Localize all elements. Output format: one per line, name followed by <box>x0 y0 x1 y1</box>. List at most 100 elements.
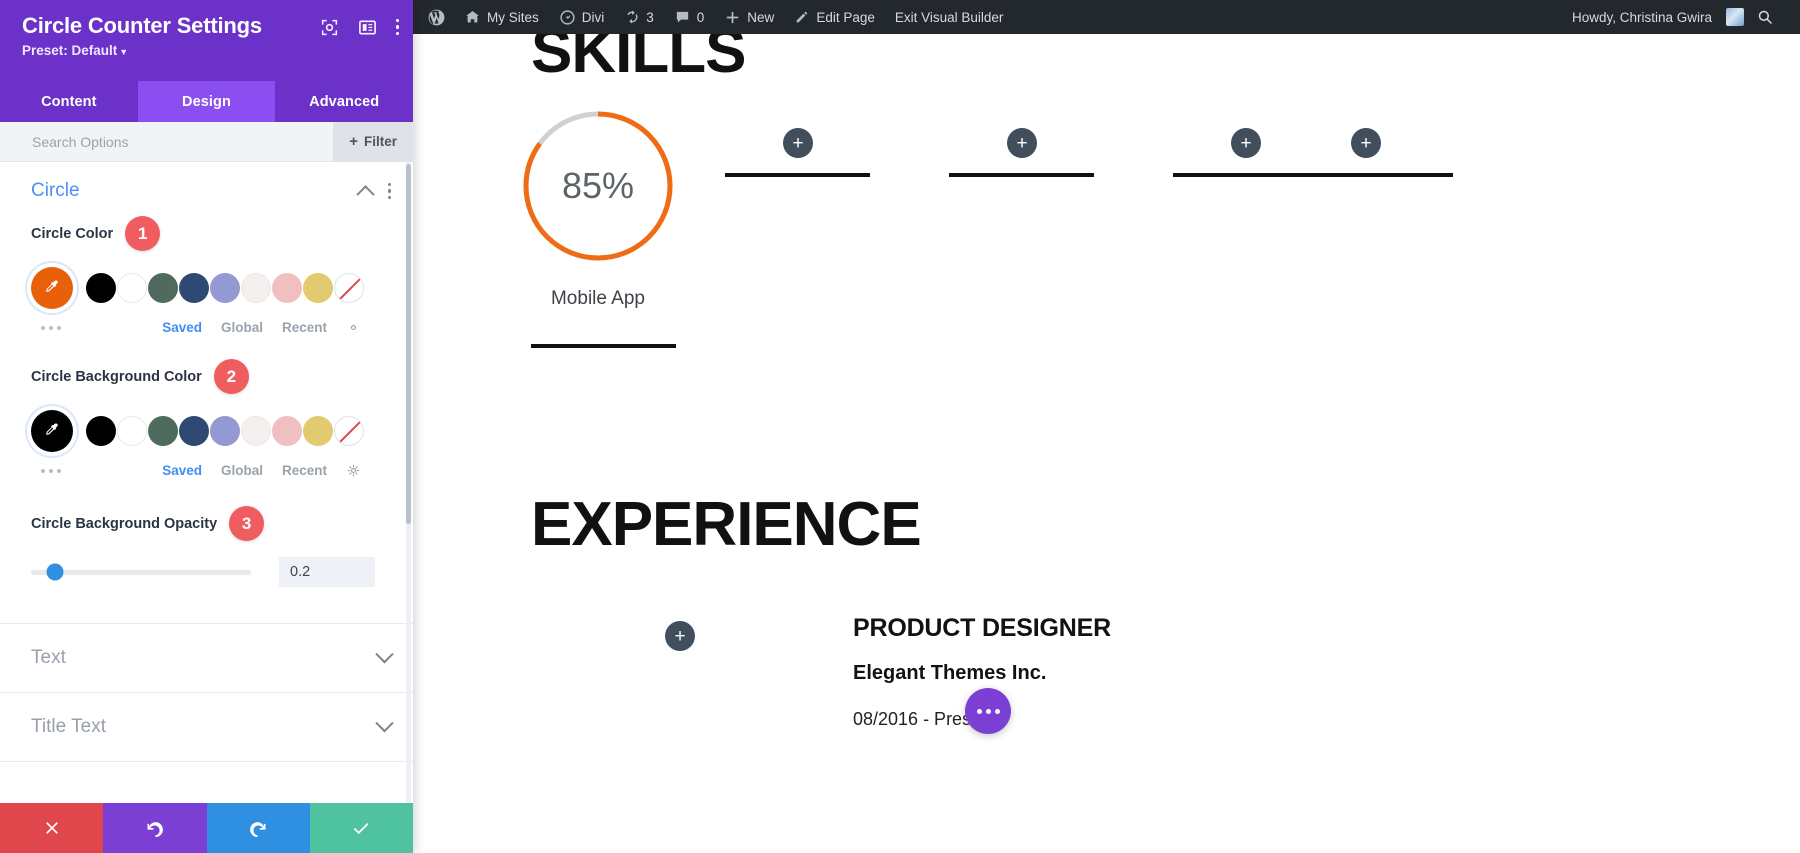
tab-design[interactable]: Design <box>137 81 276 122</box>
panel-action-bar <box>0 803 413 853</box>
swatch-wrap <box>241 416 272 446</box>
circle-counter-module[interactable]: 85% Mobile App <box>518 106 678 310</box>
add-module-button-1[interactable]: + <box>783 128 813 158</box>
exit-visual-builder-menu[interactable]: Exit Visual Builder <box>885 0 1014 34</box>
howdy-label: Howdy, Christina Gwira <box>1571 9 1712 25</box>
my-sites-label: My Sites <box>487 9 539 25</box>
swatch-transparent[interactable] <box>334 416 364 446</box>
swatch-wrap <box>210 416 241 446</box>
field-circle-background-color: Circle Background Color 2 Saved Global R… <box>0 335 413 478</box>
save-button[interactable] <box>309 803 413 853</box>
opacity-value-input[interactable]: 0.2 <box>279 557 375 587</box>
search-icon[interactable] <box>1746 8 1788 26</box>
fullscreen-icon[interactable] <box>320 17 340 37</box>
swatch-transparent[interactable] <box>334 273 364 303</box>
section-circle-header[interactable]: Circle <box>0 162 413 216</box>
circle-counter-graphic: 85% <box>518 106 678 266</box>
field-circle-bg-color-label-row: Circle Background Color 2 <box>31 359 391 394</box>
chevron-up-icon[interactable] <box>355 184 375 204</box>
swatch-black[interactable] <box>86 273 116 303</box>
chevron-down-icon[interactable] <box>375 644 394 663</box>
swatch-cream[interactable] <box>241 416 271 446</box>
swatch-periwinkle[interactable] <box>210 416 240 446</box>
field-label: Circle Color <box>31 225 114 242</box>
swatch-wrap <box>272 416 303 446</box>
gear-icon[interactable] <box>346 463 361 478</box>
swatch-green[interactable] <box>148 416 178 446</box>
opacity-slider[interactable] <box>31 563 251 581</box>
opacity-slider-handle[interactable] <box>46 563 64 581</box>
color-picker-button[interactable] <box>31 410 73 452</box>
section-text-header[interactable]: Text <box>0 624 413 692</box>
tab-content[interactable]: Content <box>0 81 138 122</box>
annotation-badge-1: 1 <box>125 216 161 251</box>
swatch-cream[interactable] <box>241 273 271 303</box>
undo-button[interactable] <box>103 803 207 853</box>
swatch-wrap <box>86 273 117 303</box>
tab-advanced[interactable]: Advanced <box>275 81 413 122</box>
more-options-icon[interactable] <box>21 468 61 473</box>
layout-panel-icon[interactable] <box>358 17 378 37</box>
swatch-wrap <box>334 416 365 446</box>
field-circle-background-opacity: Circle Background Opacity 3 0.2 <box>0 478 413 623</box>
swatch-navy[interactable] <box>179 273 209 303</box>
add-module-button-2[interactable]: + <box>1007 128 1037 158</box>
swatch-meta-circle-bg-color: Saved Global Recent <box>21 452 391 478</box>
swatch-white[interactable] <box>117 416 147 446</box>
swatch-green[interactable] <box>148 273 178 303</box>
swatch-row-circle-bg-color <box>31 410 391 452</box>
swatch-navy[interactable] <box>179 416 209 446</box>
add-module-button-experience[interactable]: + <box>665 621 695 651</box>
swatch-pink[interactable] <box>272 273 302 303</box>
new-content-menu[interactable]: New <box>714 0 784 34</box>
color-picker-button[interactable] <box>31 267 73 309</box>
swatch-pink[interactable] <box>272 416 302 446</box>
more-options-icon[interactable] <box>21 325 61 330</box>
updates-menu[interactable]: 3 <box>614 0 664 34</box>
palette-tab-global[interactable]: Global <box>221 320 263 335</box>
placeholder-underline-2 <box>949 173 1094 177</box>
swatch-black[interactable] <box>86 416 116 446</box>
palette-tab-saved[interactable]: Saved <box>162 463 202 478</box>
divi-fab-menu[interactable] <box>965 688 1011 734</box>
palette-tab-saved[interactable]: Saved <box>162 320 202 335</box>
field-label: Circle Background Color <box>31 368 202 385</box>
placeholder-underline-1 <box>725 173 870 177</box>
section-title-text-controls <box>375 713 394 734</box>
swatch-gold[interactable] <box>303 416 333 446</box>
field-label: Circle Background Opacity <box>31 515 218 532</box>
divi-menu[interactable]: Divi <box>549 0 615 34</box>
palette-tab-global[interactable]: Global <box>221 463 263 478</box>
cancel-button[interactable] <box>0 803 104 853</box>
panel-header: Circle Counter Settings Preset: Default ▼ <box>0 0 413 81</box>
redo-button[interactable] <box>206 803 310 853</box>
plus-icon <box>727 11 739 23</box>
swatch-wrap <box>303 273 334 303</box>
section-kebab-icon[interactable] <box>387 182 391 200</box>
section-title-text-header[interactable]: Title Text <box>0 693 413 761</box>
my-sites-menu[interactable]: My Sites <box>454 0 549 34</box>
filter-button[interactable]: + Filter <box>333 121 413 162</box>
account-menu[interactable]: Howdy, Christina Gwira <box>1562 0 1746 34</box>
search-input[interactable] <box>0 133 334 150</box>
page-canvas: SKILLS 85% Mobile App + + + + EXPERIENCE… <box>413 34 1800 853</box>
swatch-white[interactable] <box>117 273 147 303</box>
comments-menu[interactable]: 0 <box>664 0 715 34</box>
fab-dot <box>976 708 982 714</box>
kebab-menu-icon[interactable] <box>395 18 399 36</box>
wordpress-logo-icon[interactable] <box>413 0 454 34</box>
add-module-button-4[interactable]: + <box>1351 128 1381 158</box>
placeholder-underline-4 <box>1308 173 1453 177</box>
palette-tab-recent[interactable]: Recent <box>282 320 327 335</box>
swatch-wrap <box>179 416 210 446</box>
swatch-wrap <box>272 273 303 303</box>
chevron-down-icon[interactable] <box>375 713 394 732</box>
preset-selector[interactable]: Preset: Default ▼ <box>22 43 395 58</box>
gear-icon[interactable] <box>346 320 361 335</box>
add-module-button-3[interactable]: + <box>1231 128 1261 158</box>
field-circle-color: Circle Color 1 Saved Global Recent <box>0 216 413 335</box>
palette-tab-recent[interactable]: Recent <box>282 463 327 478</box>
swatch-gold[interactable] <box>303 273 333 303</box>
swatch-periwinkle[interactable] <box>210 273 240 303</box>
edit-page-menu[interactable]: Edit Page <box>784 0 885 34</box>
